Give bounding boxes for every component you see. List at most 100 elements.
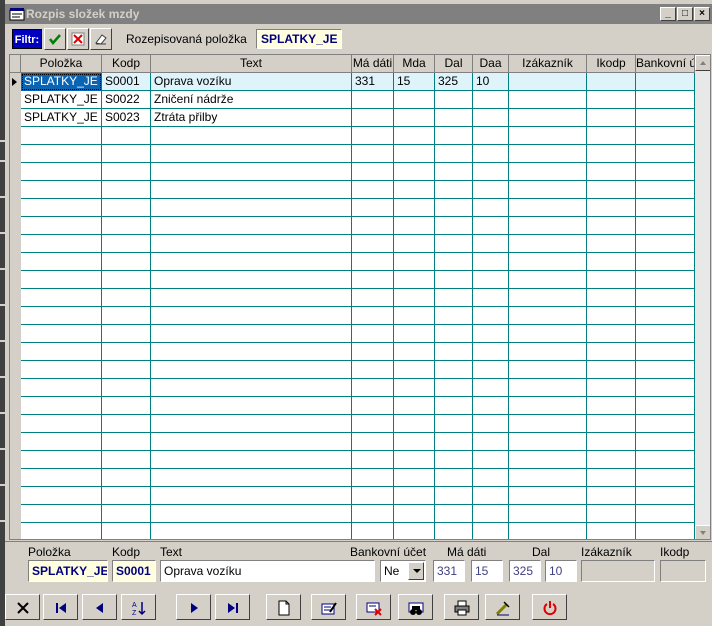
table-cell[interactable] (352, 199, 394, 217)
scroll-down-button[interactable] (695, 525, 710, 539)
table-cell[interactable] (509, 199, 587, 217)
table-cell[interactable] (587, 415, 636, 433)
table-cell[interactable] (587, 271, 636, 289)
table-cell[interactable] (151, 145, 352, 163)
table-cell[interactable] (509, 451, 587, 469)
table-cell[interactable] (352, 523, 394, 539)
table-cell[interactable] (435, 199, 473, 217)
table-cell[interactable] (151, 325, 352, 343)
table-cell[interactable] (352, 397, 394, 415)
table-row[interactable] (21, 145, 695, 163)
table-cell[interactable] (509, 505, 587, 523)
table-cell[interactable] (636, 109, 695, 127)
table-cell[interactable] (102, 505, 151, 523)
table-cell[interactable] (151, 451, 352, 469)
table-cell[interactable] (587, 181, 636, 199)
table-cell[interactable] (102, 253, 151, 271)
table-cell[interactable] (394, 397, 435, 415)
table-cell[interactable] (102, 433, 151, 451)
table-cell[interactable] (151, 217, 352, 235)
table-cell[interactable] (587, 163, 636, 181)
table-cell[interactable] (435, 91, 473, 109)
table-cell[interactable] (587, 487, 636, 505)
table-cell[interactable] (587, 109, 636, 127)
table-cell[interactable] (636, 523, 695, 539)
table-cell[interactable]: Ztráta přilby (151, 109, 352, 127)
table-cell[interactable] (587, 523, 636, 539)
table-cell[interactable] (21, 433, 102, 451)
table-cell[interactable] (636, 289, 695, 307)
table-cell[interactable] (394, 343, 435, 361)
table-cell[interactable] (509, 127, 587, 145)
clear-filter-button[interactable] (90, 28, 112, 50)
table-cell[interactable] (151, 181, 352, 199)
table-cell[interactable] (102, 415, 151, 433)
table-cell[interactable]: Oprava vozíku (151, 73, 352, 91)
table-cell[interactable] (21, 325, 102, 343)
close-window-button[interactable]: × (694, 7, 710, 21)
table-cell[interactable] (352, 505, 394, 523)
table-row[interactable] (21, 505, 695, 523)
table-cell[interactable] (473, 469, 509, 487)
table-cell[interactable] (151, 343, 352, 361)
table-cell[interactable]: SPLATKY_JE (21, 73, 102, 91)
table-cell[interactable] (636, 199, 695, 217)
table-cell[interactable] (473, 487, 509, 505)
table-cell[interactable] (636, 505, 695, 523)
table-cell[interactable] (435, 127, 473, 145)
table-cell[interactable] (636, 73, 695, 91)
data-grid[interactable]: Položka Kodp Text Má dáti Mda Dal Daa Iz… (9, 54, 711, 540)
table-cell[interactable] (102, 271, 151, 289)
table-cell[interactable] (587, 325, 636, 343)
table-cell[interactable] (352, 109, 394, 127)
table-cell[interactable] (352, 289, 394, 307)
column-header[interactable]: Kodp (102, 55, 151, 73)
table-cell[interactable] (352, 163, 394, 181)
table-cell[interactable] (473, 379, 509, 397)
table-cell[interactable] (394, 163, 435, 181)
print-button[interactable] (444, 594, 479, 620)
table-cell[interactable] (394, 451, 435, 469)
table-cell[interactable] (435, 181, 473, 199)
table-cell[interactable] (102, 217, 151, 235)
table-cell[interactable] (102, 343, 151, 361)
table-cell[interactable] (352, 181, 394, 199)
table-cell[interactable] (102, 199, 151, 217)
minimize-button[interactable]: _ (660, 7, 676, 21)
table-cell[interactable] (587, 451, 636, 469)
table-cell[interactable] (473, 505, 509, 523)
table-cell[interactable] (435, 217, 473, 235)
table-cell[interactable] (587, 361, 636, 379)
table-cell[interactable] (102, 361, 151, 379)
table-cell[interactable]: 15 (394, 73, 435, 91)
table-row[interactable] (21, 361, 695, 379)
table-cell[interactable] (21, 181, 102, 199)
column-header[interactable]: Daa (473, 55, 509, 73)
table-cell[interactable] (636, 235, 695, 253)
table-cell[interactable] (509, 361, 587, 379)
table-row[interactable] (21, 289, 695, 307)
table-cell[interactable] (509, 73, 587, 91)
table-cell[interactable] (473, 271, 509, 289)
table-cell[interactable] (435, 343, 473, 361)
table-row[interactable] (21, 325, 695, 343)
next-record-button[interactable] (176, 594, 211, 620)
table-cell[interactable] (151, 469, 352, 487)
table-cell[interactable] (151, 505, 352, 523)
table-row[interactable] (21, 379, 695, 397)
table-cell[interactable] (509, 307, 587, 325)
table-row[interactable] (21, 343, 695, 361)
table-row[interactable] (21, 199, 695, 217)
madati-field[interactable]: 331 (433, 560, 465, 582)
table-cell[interactable] (435, 307, 473, 325)
table-cell[interactable] (102, 523, 151, 539)
first-record-button[interactable] (43, 594, 78, 620)
table-cell[interactable] (352, 91, 394, 109)
table-cell[interactable] (636, 145, 695, 163)
table-cell[interactable] (473, 253, 509, 271)
table-cell[interactable] (21, 415, 102, 433)
table-row[interactable] (21, 451, 695, 469)
table-cell[interactable]: 325 (435, 73, 473, 91)
table-cell[interactable] (102, 163, 151, 181)
table-cell[interactable] (102, 451, 151, 469)
